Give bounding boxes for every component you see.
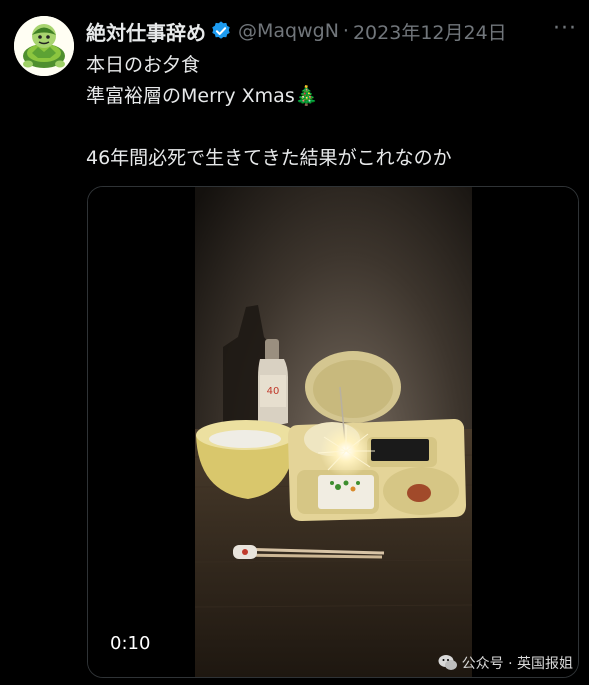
tweet-text: 本日のお夕食 準富裕層のMerry Xmas🎄 46年間必死で生きてきた結果がこ… [86, 50, 576, 174]
tweet-line: 46年間必死で生きてきた結果がこれなのか [86, 147, 452, 169]
tweet-header: 絶対仕事辞め @MaqwgN · 2023年12月24日 ··· [86, 16, 577, 46]
tweet-line: 準富裕層のMerry Xmas🎄 [86, 85, 319, 107]
avatar[interactable] [14, 16, 74, 76]
tweet-line: 本日のお夕食 [86, 54, 201, 76]
video-player[interactable]: 40 0:10 [87, 186, 579, 678]
wechat-icon [438, 655, 457, 670]
plate-leaning [305, 351, 401, 423]
header-separator: · [342, 20, 349, 42]
more-options-icon[interactable]: ··· [553, 16, 577, 41]
svg-text:40: 40 [267, 386, 280, 397]
author-name[interactable]: 絶対仕事辞め [86, 17, 206, 46]
video-duration: 0:10 [110, 633, 151, 654]
watermark-text: 公众号 · 英国报姐 [461, 656, 573, 672]
author-handle[interactable]: @MaqwgN [238, 20, 339, 42]
verified-badge-icon [212, 21, 230, 39]
meal-tray [288, 419, 466, 521]
tweet-date[interactable]: 2023年12月24日 [353, 18, 507, 45]
turtle-avatar-icon [14, 16, 74, 76]
watermark: 公众号 · 英国报姐 [438, 653, 573, 673]
video-frame: 40 [88, 187, 578, 677]
